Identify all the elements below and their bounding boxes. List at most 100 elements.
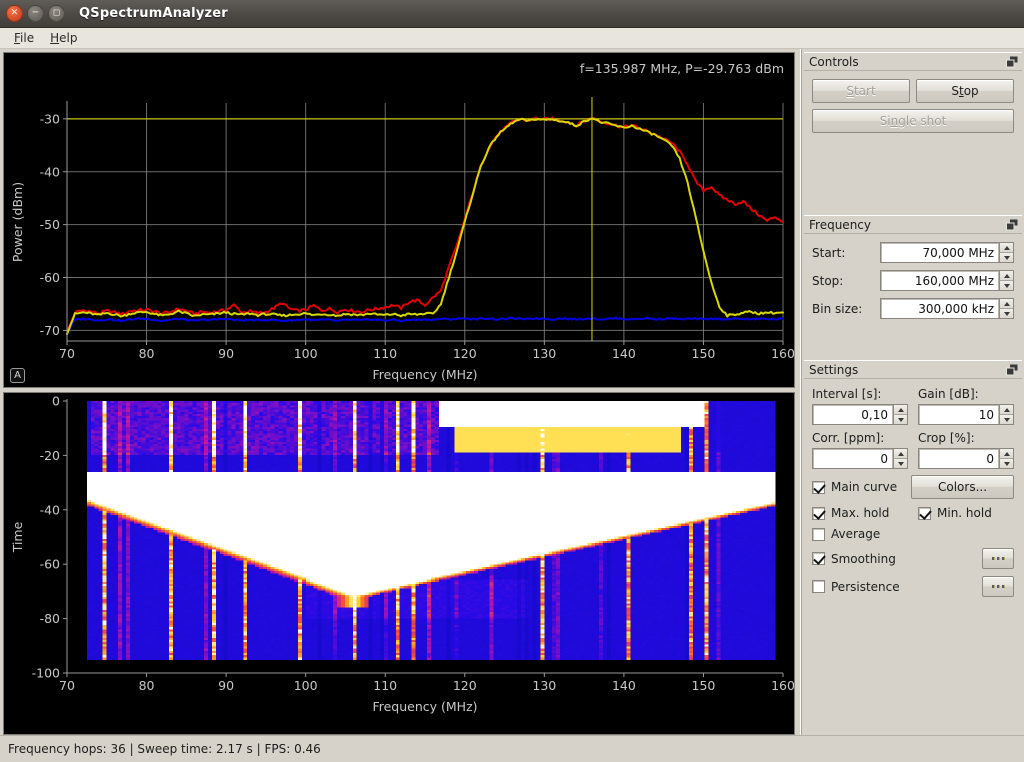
interval-gain-grid: Interval [s]: Gain [dB]: 0,10 10 xyxy=(812,387,1014,425)
start-button[interactable]: Start xyxy=(812,79,910,103)
crop-label: Crop [%]: xyxy=(918,431,1014,445)
smoothing-options-button[interactable] xyxy=(982,548,1014,569)
cursor-readout: f=135.987 MHz, P=-29.763 dBm xyxy=(580,61,784,76)
menu-file[interactable]: File xyxy=(6,29,42,47)
main-curve-label: Main curve xyxy=(831,480,897,494)
freq-stop-up-arrow[interactable] xyxy=(999,271,1013,281)
window-controls: ✕ ─ ◻ xyxy=(6,5,65,22)
corr-crop-grid: Corr. [ppm]: Crop [%]: 0 0 xyxy=(812,431,1014,469)
gain-label: Gain [dB]: xyxy=(918,387,1014,401)
stop-button[interactable]: Stop xyxy=(916,79,1014,103)
svg-text:110: 110 xyxy=(373,346,397,361)
undock-icon[interactable] xyxy=(1006,56,1019,68)
start-stop-row: Start Stop xyxy=(812,79,1014,103)
bin-size-value: 300,000 kHz xyxy=(881,299,998,318)
menu-help[interactable]: Help xyxy=(42,29,85,47)
smoothing-check-box[interactable] xyxy=(812,552,825,565)
interval-down-arrow[interactable] xyxy=(893,415,907,424)
min-hold-check-box[interactable] xyxy=(918,506,931,520)
maximize-icon[interactable]: ◻ xyxy=(48,5,65,22)
freq-start-value: 70,000 MHz xyxy=(881,243,998,262)
single-shot-row: Single shot xyxy=(812,109,1014,133)
crop-stepper[interactable] xyxy=(998,449,1013,468)
single-shot-button[interactable]: Single shot xyxy=(812,109,1014,133)
interval-value: 0,10 xyxy=(813,405,892,424)
panel-splitter[interactable] xyxy=(798,49,804,735)
bin-size-stepper[interactable] xyxy=(998,299,1013,318)
freq-start-label: Start: xyxy=(812,246,880,260)
gain-stepper[interactable] xyxy=(998,405,1013,424)
colors-button[interactable]: Colors... xyxy=(911,475,1014,499)
svg-text:80: 80 xyxy=(139,346,155,361)
minimize-icon[interactable]: ─ xyxy=(27,5,44,22)
corr-up-arrow[interactable] xyxy=(893,449,907,459)
start-button-label: tart xyxy=(854,84,876,98)
freq-start-stepper[interactable] xyxy=(998,243,1013,262)
stop-button-label: op xyxy=(964,84,979,98)
interval-up-arrow[interactable] xyxy=(893,405,907,415)
freq-stop-down-arrow[interactable] xyxy=(999,281,1013,290)
persistence-label: Persistence xyxy=(831,580,900,594)
average-check-box[interactable] xyxy=(812,527,825,541)
main-curve-check-box[interactable] xyxy=(812,480,825,494)
undock-icon[interactable] xyxy=(1006,219,1019,231)
min-hold-label: Min. hold xyxy=(937,506,992,520)
svg-text:160: 160 xyxy=(771,346,794,361)
freq-stop-value: 160,000 MHz xyxy=(881,271,998,290)
status-text: Frequency hops: 36 | Sweep time: 2.17 s … xyxy=(8,742,321,756)
corr-down-arrow[interactable] xyxy=(893,459,907,468)
bin-size-up-arrow[interactable] xyxy=(999,299,1013,309)
min-hold-checkbox[interactable]: Min. hold xyxy=(918,506,1014,520)
interval-stepper[interactable] xyxy=(892,405,907,424)
gain-up-arrow[interactable] xyxy=(999,405,1013,415)
freq-start-down-arrow[interactable] xyxy=(999,253,1013,262)
freq-stop-label: Stop: xyxy=(812,274,880,288)
dot-icon xyxy=(991,585,995,588)
freq-start-input[interactable]: 70,000 MHz xyxy=(880,242,1014,263)
freq-stop-stepper[interactable] xyxy=(998,271,1013,290)
corr-input[interactable]: 0 xyxy=(812,448,908,469)
bin-size-label: Bin size: xyxy=(812,302,880,316)
spectrum-plot[interactable]: 70 80 90 100 110 120 130 140 150 160 -30 -40 -50 -60 -… xyxy=(3,52,795,388)
main-curve-colors-row: Main curve Colors... xyxy=(812,475,1014,499)
corr-label: Corr. [ppm]: xyxy=(812,431,908,445)
crop-down-arrow[interactable] xyxy=(999,459,1013,468)
controls-title-label: Controls xyxy=(809,55,859,69)
menubar: File Help xyxy=(0,28,1024,49)
hold-row: Max. hold Min. hold xyxy=(812,506,1014,520)
average-label: Average xyxy=(831,527,880,541)
persistence-options-button[interactable] xyxy=(982,576,1014,597)
waterfall-plot[interactable]: 70 80 90 100 110 120 130 140 150 160 0 -20 -40 -60 -80… xyxy=(3,392,795,735)
svg-text:150: 150 xyxy=(692,346,716,361)
autoscale-badge[interactable]: A xyxy=(10,368,25,383)
freq-start-up-arrow[interactable] xyxy=(999,243,1013,253)
menu-file-label: ile xyxy=(20,31,34,45)
bin-size-input[interactable]: 300,000 kHz xyxy=(880,298,1014,319)
bin-size-row: Bin size: 300,000 kHz xyxy=(812,298,1014,319)
max-hold-checkbox[interactable]: Max. hold xyxy=(812,506,908,520)
window-titlebar: ✕ ─ ◻ QSpectrumAnalyzer xyxy=(0,0,1024,28)
gain-input[interactable]: 10 xyxy=(918,404,1014,425)
interval-input[interactable]: 0,10 xyxy=(812,404,908,425)
frequency-body: Start: 70,000 MHz Stop: 160,000 MHz Bin … xyxy=(804,234,1022,354)
freq-stop-input[interactable]: 160,000 MHz xyxy=(880,270,1014,291)
single-shot-label: gle shot xyxy=(898,114,946,128)
crop-up-arrow[interactable] xyxy=(999,449,1013,459)
crop-input[interactable]: 0 xyxy=(918,448,1014,469)
side-panel: Controls Start Stop Single shot Frequenc… xyxy=(804,49,1024,735)
window-title: QSpectrumAnalyzer xyxy=(79,6,228,21)
max-hold-check-box[interactable] xyxy=(812,506,825,520)
waterfall-svg: 70 80 90 100 110 120 130 140 150 1600-20-40-60-80… xyxy=(4,393,794,734)
svg-text:Power (dBm): Power (dBm) xyxy=(10,182,25,262)
main-curve-checkbox[interactable]: Main curve xyxy=(812,480,901,494)
persistence-check-box[interactable] xyxy=(812,580,825,593)
average-checkbox[interactable]: Average xyxy=(812,527,1014,541)
corr-stepper[interactable] xyxy=(892,449,907,468)
close-icon[interactable]: ✕ xyxy=(6,5,23,22)
svg-text:70: 70 xyxy=(59,346,75,361)
bin-size-down-arrow[interactable] xyxy=(999,309,1013,318)
undock-icon[interactable] xyxy=(1006,364,1019,376)
dot-icon xyxy=(996,557,1000,560)
gain-down-arrow[interactable] xyxy=(999,415,1013,424)
waterfall-heatmap xyxy=(86,401,776,660)
